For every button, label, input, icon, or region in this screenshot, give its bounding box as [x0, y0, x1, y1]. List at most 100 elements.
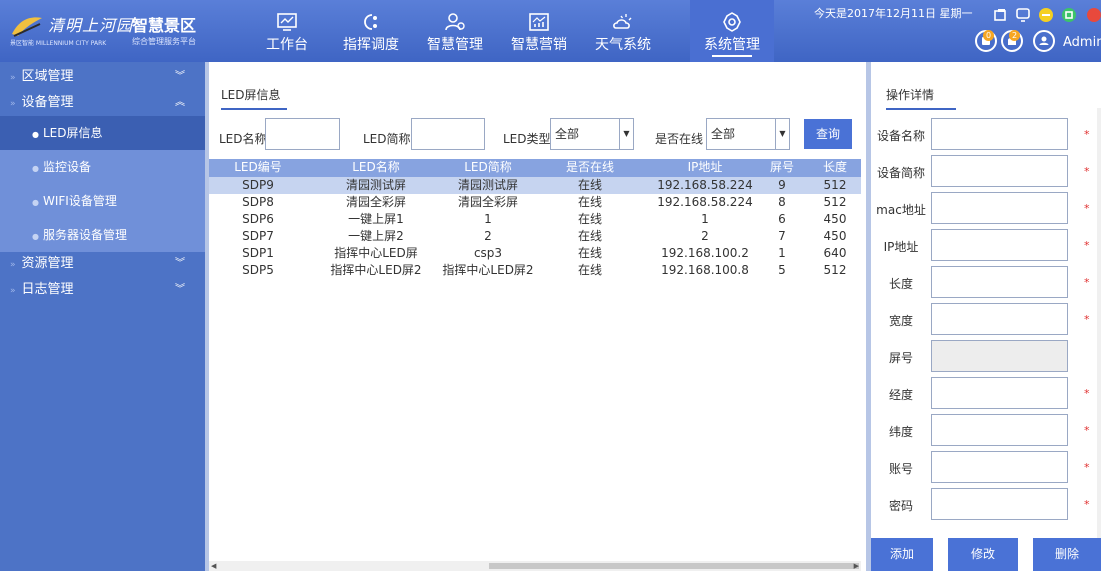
online-select[interactable]: 全部 ▼ [706, 118, 790, 150]
top-header: 清明上河园 智慧景区 景区智能 MILLENNIUM CITY PARK 综合管… [0, 0, 1101, 62]
sidebar-group-device[interactable]: » 设备管理 ︽ [0, 90, 205, 116]
sidebar-item-monitor[interactable]: ● 监控设备 [0, 150, 205, 184]
nav-smart-marketing[interactable]: 智慧营销 [497, 0, 581, 62]
field-input[interactable] [931, 488, 1068, 520]
column-header[interactable]: LED简称 [429, 159, 547, 177]
sidebar-group-area[interactable]: » 区域管理 ︾ [0, 64, 205, 90]
led-list-panel: LED屏信息 LED名称 LED简称 LED类型 全部 ▼ 是否在线 全部 ▼ … [205, 62, 866, 571]
required-marker: * [1084, 461, 1090, 474]
alert-badge: 2 [1009, 30, 1020, 41]
cell-led-id: SDP6 [242, 212, 274, 226]
chevron-down-icon: ︾ [175, 71, 185, 82]
cell-screen-no: 7 [778, 229, 786, 243]
field-input[interactable] [931, 414, 1068, 446]
maximize-icon[interactable] [1062, 8, 1076, 22]
field-label: 长度 [888, 277, 913, 291]
cell-ip: 192.168.58.224 [657, 178, 753, 192]
user-icon [1039, 36, 1049, 45]
group-label: 区域管理 [21, 69, 74, 84]
led-type-select[interactable]: 全部 ▼ [550, 118, 634, 150]
chart-icon [529, 13, 549, 31]
table-row[interactable]: SDP7 一键上屏2 2 在线 2 7 450 [209, 228, 861, 245]
add-button[interactable]: 添加 [871, 538, 933, 571]
field-input[interactable] [931, 118, 1068, 150]
gear-icon [723, 12, 741, 32]
nav-weather[interactable]: 天气系统 [581, 0, 665, 62]
sidebar-item-label: 服务器设备管理 [42, 228, 127, 242]
required-marker: * [1084, 128, 1090, 141]
tab-label: LED屏信息 [221, 88, 281, 102]
table-row[interactable]: SDP8 清园全彩屏 清园全彩屏 在线 192.168.58.224 8 512 [209, 194, 861, 211]
nav-label: 系统管理 [704, 37, 760, 53]
user-avatar[interactable] [1033, 30, 1055, 52]
field-input[interactable] [931, 229, 1068, 261]
field-label: 设备简称 [876, 166, 925, 180]
edit-button[interactable]: 修改 [948, 538, 1018, 571]
column-header[interactable]: 是否在线 [547, 159, 633, 177]
message-badge: 0 [983, 30, 994, 41]
nav-workbench[interactable]: 工作台 [245, 0, 329, 62]
restore-window-icon[interactable] [993, 8, 1007, 22]
delete-button[interactable]: 删除 [1033, 538, 1101, 571]
column-header[interactable]: 长度 [809, 159, 861, 177]
online-value: 全部 [711, 127, 736, 141]
minimize-icon[interactable] [1039, 8, 1053, 22]
tab-label: 操作详情 [886, 88, 935, 102]
sidebar-group-resource[interactable]: » 资源管理 ︾ [0, 251, 205, 277]
required-marker: * [1084, 239, 1090, 252]
search-button[interactable]: 查询 [804, 119, 852, 149]
app-logo[interactable]: 清明上河园 智慧景区 景区智能 MILLENNIUM CITY PARK 综合管… [6, 10, 206, 50]
vertical-scrollbar[interactable] [1097, 108, 1101, 538]
field-input[interactable] [931, 192, 1068, 224]
cell-led-id: SDP8 [242, 195, 274, 209]
chevron-down-icon: ︾ [175, 258, 185, 269]
dropdown-arrow-icon: ▼ [619, 119, 633, 149]
field-input[interactable] [931, 377, 1068, 409]
scroll-right-icon[interactable]: ▶ [854, 562, 859, 570]
table-row[interactable]: SDP9 清园测试屏 清园测试屏 在线 192.168.58.224 9 512 [209, 177, 861, 194]
field-input[interactable] [931, 303, 1068, 335]
group-label: 资源管理 [21, 256, 74, 271]
table-row[interactable]: SDP5 指挥中心LED屏2 指挥中心LED屏2 在线 192.168.100.… [209, 262, 861, 279]
horizontal-scrollbar[interactable]: ◀ ▶ [209, 561, 861, 571]
message-button[interactable]: 0 [975, 30, 997, 52]
column-header[interactable]: IP地址 [633, 159, 777, 177]
tab-operation-detail[interactable]: 操作详情 [886, 86, 956, 110]
cell-ip: 2 [701, 229, 709, 243]
tab-underline [886, 108, 956, 110]
sidebar-item-wifi[interactable]: ● WIFI设备管理 [0, 184, 205, 218]
led-short-input[interactable] [411, 118, 485, 150]
cell-ip: 192.168.100.8 [661, 263, 749, 277]
scrollbar-thumb[interactable] [489, 563, 859, 569]
cell-length: 450 [823, 229, 847, 243]
table-row[interactable]: SDP6 一键上屏1 1 在线 1 6 450 [209, 211, 861, 228]
sidebar-group-log[interactable]: » 日志管理 ︾ [0, 277, 205, 303]
column-header[interactable]: LED名称 [307, 159, 445, 177]
cell-led-name: 指挥中心LED屏2 [330, 263, 422, 277]
field-input[interactable] [931, 266, 1068, 298]
scroll-left-icon[interactable]: ◀ [211, 562, 216, 570]
tab-led-info[interactable]: LED屏信息 [221, 86, 287, 110]
group-label: 日志管理 [21, 282, 74, 297]
cell-led-id: SDP7 [242, 229, 274, 243]
column-header[interactable]: LED编号 [209, 159, 307, 177]
field-input[interactable] [931, 451, 1068, 483]
sidebar-item-server[interactable]: ● 服务器设备管理 [0, 218, 205, 252]
nav-smart-management[interactable]: 智慧管理 [413, 0, 497, 62]
led-table: LED编号 LED名称 LED简称 是否在线 IP地址 屏号 长度 SDP9 清… [209, 159, 861, 279]
user-name[interactable]: Admin [1063, 35, 1101, 50]
close-icon[interactable] [1087, 8, 1101, 22]
logo-chinese-name: 清明上河园 [48, 16, 134, 35]
field-input[interactable] [931, 155, 1068, 187]
sidebar-item-led-info[interactable]: ● LED屏信息 [0, 116, 205, 150]
cell-length: 450 [823, 212, 847, 226]
nav-system-management[interactable]: 系统管理 [690, 0, 774, 62]
alert-button[interactable]: 2 [1001, 30, 1023, 52]
table-row[interactable]: SDP1 指挥中心LED屏 csp3 在线 192.168.100.2 1 64… [209, 245, 861, 262]
nav-dispatch[interactable]: 指挥调度 [329, 0, 413, 62]
column-header[interactable]: 屏号 [761, 159, 803, 177]
field-label: 经度 [888, 388, 913, 402]
led-name-input[interactable] [265, 118, 340, 150]
screen-icon[interactable] [1016, 8, 1030, 22]
table-header: LED编号 LED名称 LED简称 是否在线 IP地址 屏号 长度 [209, 159, 861, 177]
